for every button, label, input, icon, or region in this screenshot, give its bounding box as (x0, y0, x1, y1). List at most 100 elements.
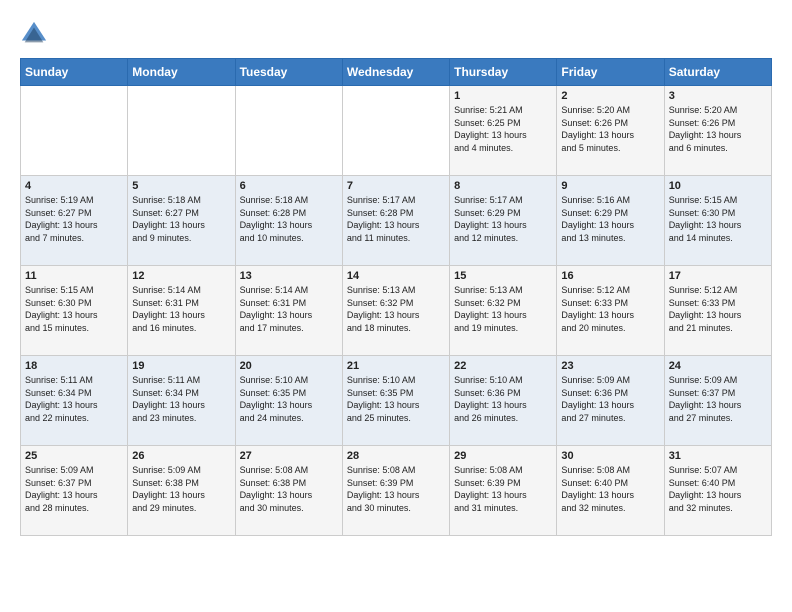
day-cell: 18 Sunrise: 5:11 AM Sunset: 6:34 PM Dayli… (21, 356, 128, 446)
day-cell: 23 Sunrise: 5:09 AM Sunset: 6:36 PM Dayli… (557, 356, 664, 446)
day-info: Sunrise: 5:13 AM Sunset: 6:32 PM Dayligh… (454, 284, 552, 334)
day-number: 20 (240, 360, 338, 372)
day-info: Sunrise: 5:10 AM Sunset: 6:35 PM Dayligh… (347, 374, 445, 424)
day-number: 28 (347, 450, 445, 462)
day-number: 5 (132, 180, 230, 192)
week-row-2: 4 Sunrise: 5:19 AM Sunset: 6:27 PM Daylig… (21, 176, 772, 266)
day-info: Sunrise: 5:08 AM Sunset: 6:40 PM Dayligh… (561, 464, 659, 514)
day-number: 27 (240, 450, 338, 462)
day-info: Sunrise: 5:20 AM Sunset: 6:26 PM Dayligh… (669, 104, 767, 154)
day-info: Sunrise: 5:14 AM Sunset: 6:31 PM Dayligh… (132, 284, 230, 334)
day-info: Sunrise: 5:09 AM Sunset: 6:37 PM Dayligh… (25, 464, 123, 514)
day-number: 7 (347, 180, 445, 192)
day-info: Sunrise: 5:21 AM Sunset: 6:25 PM Dayligh… (454, 104, 552, 154)
day-number: 8 (454, 180, 552, 192)
day-cell: 14 Sunrise: 5:13 AM Sunset: 6:32 PM Dayli… (342, 266, 449, 356)
day-cell: 17 Sunrise: 5:12 AM Sunset: 6:33 PM Dayli… (664, 266, 771, 356)
week-row-1: 1 Sunrise: 5:21 AM Sunset: 6:25 PM Daylig… (21, 86, 772, 176)
day-number: 6 (240, 180, 338, 192)
day-number: 15 (454, 270, 552, 282)
day-number: 22 (454, 360, 552, 372)
day-number: 13 (240, 270, 338, 282)
day-number: 2 (561, 90, 659, 102)
day-info: Sunrise: 5:11 AM Sunset: 6:34 PM Dayligh… (132, 374, 230, 424)
day-cell: 20 Sunrise: 5:10 AM Sunset: 6:35 PM Dayli… (235, 356, 342, 446)
day-info: Sunrise: 5:08 AM Sunset: 6:39 PM Dayligh… (347, 464, 445, 514)
day-number: 18 (25, 360, 123, 372)
day-cell: 7 Sunrise: 5:17 AM Sunset: 6:28 PM Daylig… (342, 176, 449, 266)
calendar-header: SundayMondayTuesdayWednesdayThursdayFrid… (21, 59, 772, 86)
day-info: Sunrise: 5:20 AM Sunset: 6:26 PM Dayligh… (561, 104, 659, 154)
day-number: 17 (669, 270, 767, 282)
day-number: 31 (669, 450, 767, 462)
day-info: Sunrise: 5:11 AM Sunset: 6:34 PM Dayligh… (25, 374, 123, 424)
day-cell (235, 86, 342, 176)
day-info: Sunrise: 5:17 AM Sunset: 6:29 PM Dayligh… (454, 194, 552, 244)
day-info: Sunrise: 5:15 AM Sunset: 6:30 PM Dayligh… (25, 284, 123, 334)
day-cell: 30 Sunrise: 5:08 AM Sunset: 6:40 PM Dayli… (557, 446, 664, 536)
day-number: 14 (347, 270, 445, 282)
day-cell (342, 86, 449, 176)
day-info: Sunrise: 5:16 AM Sunset: 6:29 PM Dayligh… (561, 194, 659, 244)
day-number: 3 (669, 90, 767, 102)
week-row-4: 18 Sunrise: 5:11 AM Sunset: 6:34 PM Dayli… (21, 356, 772, 446)
week-row-5: 25 Sunrise: 5:09 AM Sunset: 6:37 PM Dayli… (21, 446, 772, 536)
calendar-table: SundayMondayTuesdayWednesdayThursdayFrid… (20, 58, 772, 536)
day-cell (128, 86, 235, 176)
logo-icon (20, 20, 48, 48)
day-cell: 8 Sunrise: 5:17 AM Sunset: 6:29 PM Daylig… (450, 176, 557, 266)
day-number: 9 (561, 180, 659, 192)
day-cell: 2 Sunrise: 5:20 AM Sunset: 6:26 PM Daylig… (557, 86, 664, 176)
day-cell: 6 Sunrise: 5:18 AM Sunset: 6:28 PM Daylig… (235, 176, 342, 266)
week-row-3: 11 Sunrise: 5:15 AM Sunset: 6:30 PM Dayli… (21, 266, 772, 356)
day-cell: 27 Sunrise: 5:08 AM Sunset: 6:38 PM Dayli… (235, 446, 342, 536)
day-number: 30 (561, 450, 659, 462)
day-info: Sunrise: 5:09 AM Sunset: 6:37 PM Dayligh… (669, 374, 767, 424)
day-number: 12 (132, 270, 230, 282)
day-number: 11 (25, 270, 123, 282)
day-cell: 21Sunrise: 5:10 AM Sunset: 6:35 PM Dayli… (342, 356, 449, 446)
day-cell: 9 Sunrise: 5:16 AM Sunset: 6:29 PM Daylig… (557, 176, 664, 266)
day-number: 16 (561, 270, 659, 282)
day-number: 26 (132, 450, 230, 462)
day-cell: 22Sunrise: 5:10 AM Sunset: 6:36 PM Dayli… (450, 356, 557, 446)
day-info: Sunrise: 5:13 AM Sunset: 6:32 PM Dayligh… (347, 284, 445, 334)
day-cell: 11 Sunrise: 5:15 AM Sunset: 6:30 PM Dayli… (21, 266, 128, 356)
day-cell (21, 86, 128, 176)
day-cell: 24 Sunrise: 5:09 AM Sunset: 6:37 PM Dayli… (664, 356, 771, 446)
day-info: Sunrise: 5:09 AM Sunset: 6:36 PM Dayligh… (561, 374, 659, 424)
weekday-header-saturday: Saturday (664, 59, 771, 86)
day-cell: 4 Sunrise: 5:19 AM Sunset: 6:27 PM Daylig… (21, 176, 128, 266)
day-cell: 13 Sunrise: 5:14 AM Sunset: 6:31 PM Dayli… (235, 266, 342, 356)
day-info: Sunrise: 5:14 AM Sunset: 6:31 PM Dayligh… (240, 284, 338, 334)
day-cell: 28 Sunrise: 5:08 AM Sunset: 6:39 PM Dayli… (342, 446, 449, 536)
day-number: 24 (669, 360, 767, 372)
day-cell: 1 Sunrise: 5:21 AM Sunset: 6:25 PM Daylig… (450, 86, 557, 176)
day-number: 25 (25, 450, 123, 462)
day-cell: 19 Sunrise: 5:11 AM Sunset: 6:34 PM Dayli… (128, 356, 235, 446)
day-info: Sunrise: 5:08 AM Sunset: 6:38 PM Dayligh… (240, 464, 338, 514)
day-number: 1 (454, 90, 552, 102)
day-info: Sunrise: 5:15 AM Sunset: 6:30 PM Dayligh… (669, 194, 767, 244)
weekday-header-thursday: Thursday (450, 59, 557, 86)
day-cell: 26 Sunrise: 5:09 AM Sunset: 6:38 PM Dayli… (128, 446, 235, 536)
weekday-header-friday: Friday (557, 59, 664, 86)
day-number: 23 (561, 360, 659, 372)
day-cell: 16 Sunrise: 5:12 AM Sunset: 6:33 PM Dayli… (557, 266, 664, 356)
day-info: Sunrise: 5:18 AM Sunset: 6:28 PM Dayligh… (240, 194, 338, 244)
day-info: Sunrise: 5:12 AM Sunset: 6:33 PM Dayligh… (669, 284, 767, 334)
day-info: Sunrise: 5:10 AM Sunset: 6:35 PM Dayligh… (240, 374, 338, 424)
day-info: Sunrise: 5:07 AM Sunset: 6:40 PM Dayligh… (669, 464, 767, 514)
day-number: 19 (132, 360, 230, 372)
logo (20, 20, 52, 48)
day-info: Sunrise: 5:09 AM Sunset: 6:38 PM Dayligh… (132, 464, 230, 514)
weekday-header-tuesday: Tuesday (235, 59, 342, 86)
page-header (20, 20, 772, 48)
day-info: Sunrise: 5:17 AM Sunset: 6:28 PM Dayligh… (347, 194, 445, 244)
day-info: Sunrise: 5:12 AM Sunset: 6:33 PM Dayligh… (561, 284, 659, 334)
calendar-body: 1 Sunrise: 5:21 AM Sunset: 6:25 PM Daylig… (21, 86, 772, 536)
day-info: Sunrise: 5:19 AM Sunset: 6:27 PM Dayligh… (25, 194, 123, 244)
day-cell: 10 Sunrise: 5:15 AM Sunset: 6:30 PM Dayli… (664, 176, 771, 266)
day-number: 10 (669, 180, 767, 192)
day-number: 4 (25, 180, 123, 192)
